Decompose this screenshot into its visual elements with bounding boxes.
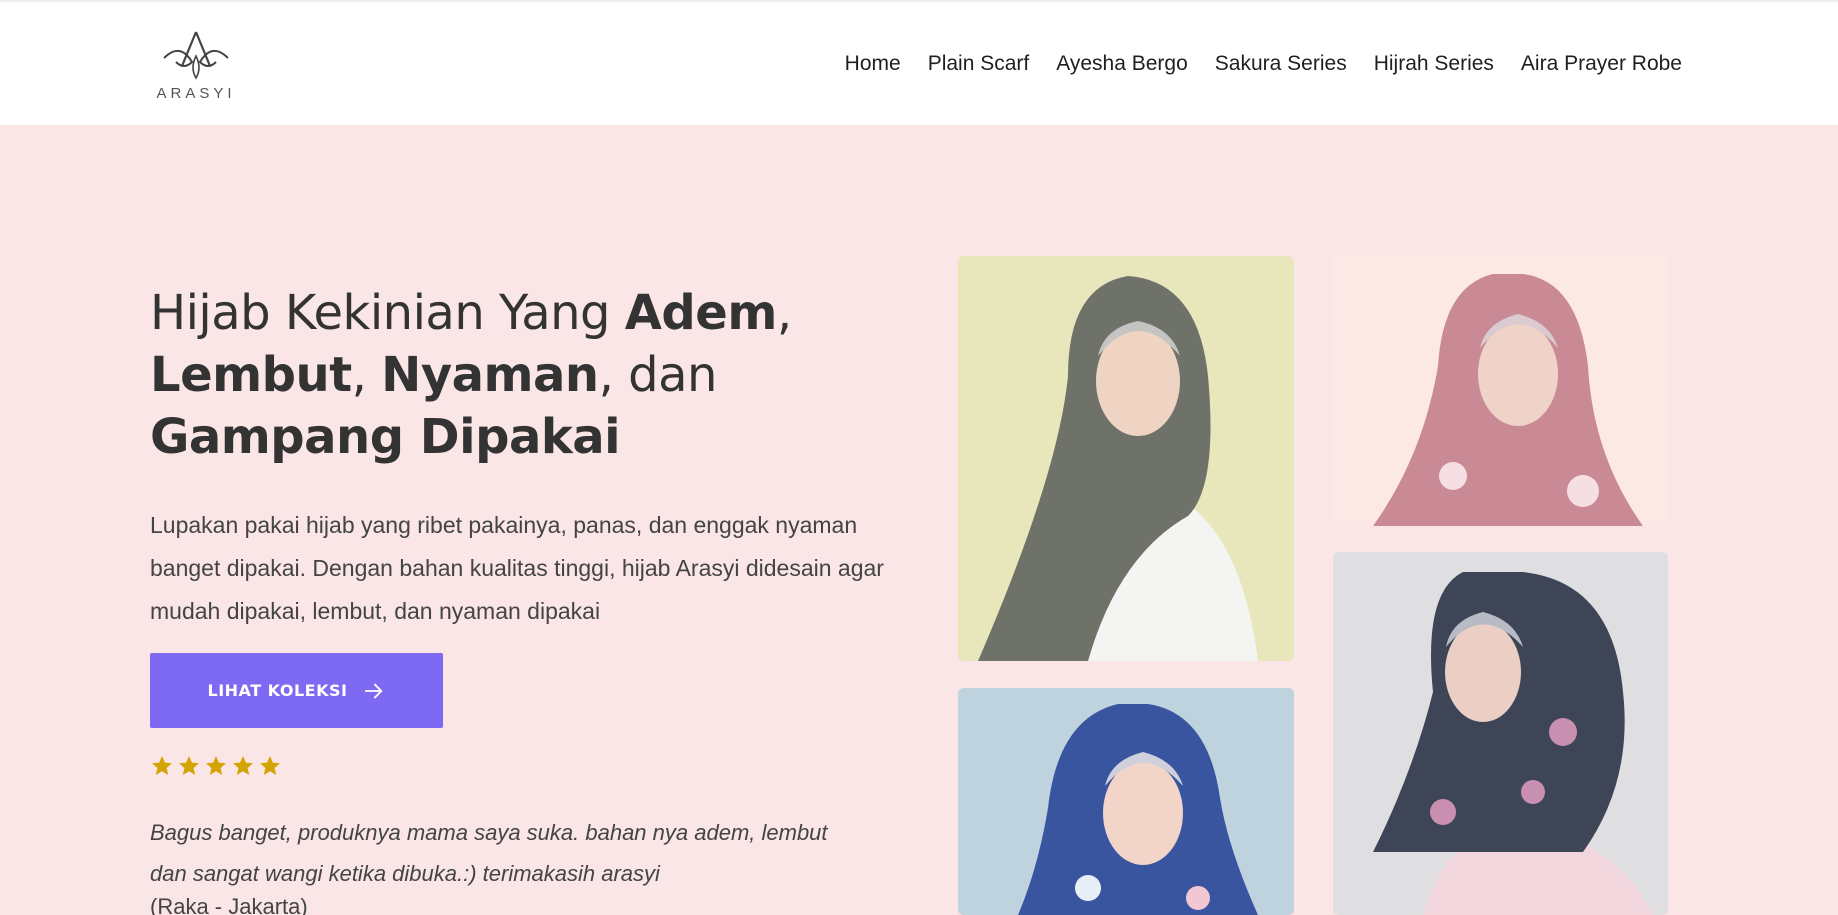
product-photo-pink-floral[interactable] <box>1333 256 1668 526</box>
testimonial-text: Bagus banget, produknya mama saya suka. … <box>150 820 828 886</box>
nav-item-sakura-series[interactable]: Sakura Series <box>1215 52 1347 76</box>
product-photo-navy-sakura[interactable] <box>1333 552 1668 915</box>
headline-emphasis-nyaman: Nyaman <box>381 347 599 403</box>
product-photo-olive[interactable] <box>958 256 1294 661</box>
headline-text: Hijab Kekinian Yang <box>150 285 625 341</box>
navy-sakura-hijab-model-image <box>1333 552 1668 915</box>
testimonial-author: (Raka - Jakarta) <box>150 894 308 915</box>
brand-name: ARASYI <box>156 85 236 102</box>
hero-description: Lupakan pakai hijab yang ribet pakainya,… <box>150 512 884 624</box>
nav-item-hijrah-series[interactable]: Hijrah Series <box>1374 52 1494 76</box>
star-icon <box>179 756 199 775</box>
headline-emphasis-gampang-dipakai: Gampang Dipakai <box>150 409 621 465</box>
nav-item-aira-prayer-robe[interactable]: Aira Prayer Robe <box>1521 52 1682 76</box>
headline-text: , dan <box>598 347 718 403</box>
arasyi-logo-icon <box>163 31 229 80</box>
cta-label: LIHAT KOLEKSI <box>207 681 348 700</box>
hero-headline: Hijab Kekinian Yang Adem, Lembut, Nyaman,… <box>150 282 910 468</box>
star-icon <box>233 756 253 775</box>
pink-floral-hijab-model-image <box>1333 256 1668 526</box>
arrow-right-icon <box>365 683 383 698</box>
arasyi-logo[interactable]: ARASYI <box>154 28 238 106</box>
headline-emphasis-adem: Adem <box>624 285 778 341</box>
site-header: ARASYI Home Plain Scarf Ayesha Bergo Sak… <box>0 0 1838 125</box>
main-nav: Home Plain Scarf Ayesha Bergo Sakura Ser… <box>845 52 1682 76</box>
star-icon <box>260 756 280 775</box>
headline-text: , <box>351 347 382 403</box>
lihat-koleksi-button[interactable]: LIHAT KOLEKSI <box>150 653 443 728</box>
star-icon <box>206 756 226 775</box>
nav-item-home[interactable]: Home <box>845 52 901 76</box>
rating-stars <box>150 754 282 778</box>
headline-text: , <box>776 285 792 341</box>
nav-item-plain-scarf[interactable]: Plain Scarf <box>928 52 1030 76</box>
headline-emphasis-lembut: Lembut <box>150 347 352 403</box>
star-icon <box>152 756 172 775</box>
product-photo-blue-floral[interactable] <box>958 688 1294 915</box>
nav-item-ayesha-bergo[interactable]: Ayesha Bergo <box>1056 52 1188 76</box>
olive-hijab-model-image <box>958 256 1294 661</box>
hero-section: Hijab Kekinian Yang Adem, Lembut, Nyaman,… <box>150 282 910 915</box>
blue-floral-hijab-model-image <box>958 688 1294 915</box>
